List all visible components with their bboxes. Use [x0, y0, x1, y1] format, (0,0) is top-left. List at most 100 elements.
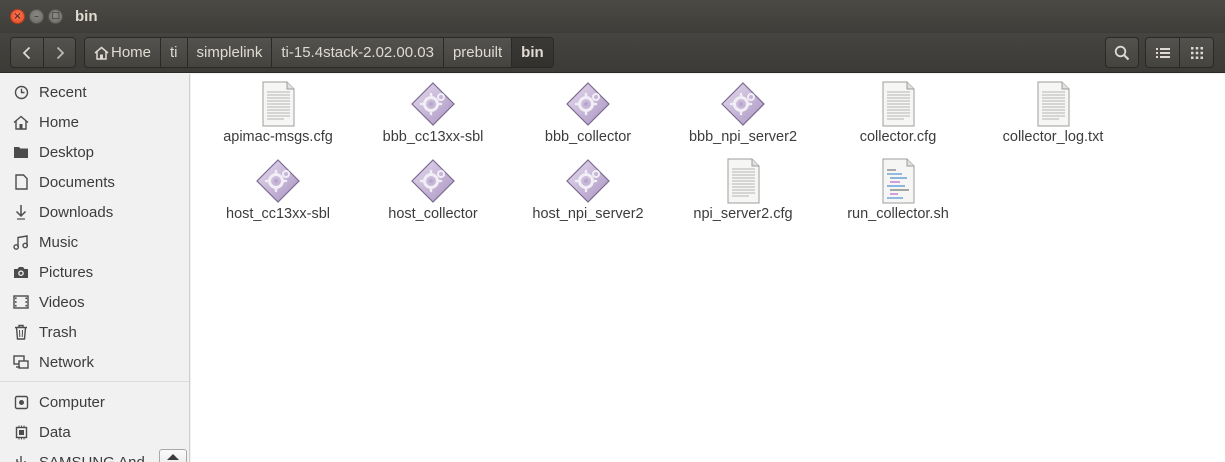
file-item[interactable]: collector.cfg: [823, 80, 973, 145]
search-icon: [1114, 45, 1130, 60]
sidebar-item-downloads[interactable]: Downloads: [0, 197, 189, 227]
home-icon: [12, 115, 30, 130]
maximize-window-button[interactable]: □: [48, 9, 63, 24]
file-item[interactable]: host_npi_server2: [513, 157, 663, 222]
sidebar-item-videos[interactable]: Videos: [0, 287, 189, 317]
minimize-window-button[interactable]: –: [29, 9, 44, 24]
file-name: run_collector.sh: [847, 206, 949, 222]
file-item[interactable]: collector_log.txt: [978, 80, 1128, 145]
file-name: collector_log.txt: [1002, 129, 1104, 145]
sidebar-item-desktop[interactable]: Desktop: [0, 137, 189, 167]
camera-icon: [12, 265, 30, 279]
sidebar-item-data[interactable]: Data: [0, 417, 189, 447]
sidebar-item-label: Documents: [39, 173, 115, 191]
sidebar-item-recent[interactable]: Recent: [0, 77, 189, 107]
maximize-icon: □: [51, 11, 60, 21]
back-button[interactable]: [11, 38, 43, 67]
file-manager-window: × – □ bin Home ti simplelink ti-15.4stac…: [0, 0, 1225, 462]
file-item[interactable]: bbb_cc13xx-sbl: [358, 80, 508, 145]
video-icon: [12, 295, 30, 309]
sidebar-item-pictures[interactable]: Pictures: [0, 257, 189, 287]
sidebar-item-music[interactable]: Music: [0, 227, 189, 257]
clock-icon: [12, 85, 30, 100]
chevron-right-icon: [56, 46, 64, 59]
sidebar-item-label: Trash: [39, 323, 77, 341]
breadcrumb-ti[interactable]: ti: [160, 38, 187, 67]
file-item[interactable]: bbb_npi_server2: [668, 80, 818, 145]
breadcrumb-stack[interactable]: ti-15.4stack-2.02.00.03: [271, 38, 443, 67]
chevron-left-icon: [22, 46, 31, 59]
title-bar: × – □ bin: [0, 0, 1225, 33]
trash-icon: [12, 324, 30, 340]
sidebar-item-computer[interactable]: Computer: [0, 387, 189, 417]
file-name: host_npi_server2: [532, 206, 644, 222]
eject-button[interactable]: [159, 449, 187, 462]
sidebar-item-label: Videos: [39, 293, 85, 311]
file-name: bbb_collector: [544, 129, 632, 145]
executable-icon: [564, 157, 612, 205]
sidebar-item-label: Desktop: [39, 143, 95, 161]
sidebar-item-label: Home: [39, 113, 80, 131]
sidebar-item-label: Data: [39, 423, 71, 441]
sidebar-item-home[interactable]: Home: [0, 107, 189, 137]
sidebar-item-documents[interactable]: Documents: [0, 167, 189, 197]
list-view-button[interactable]: [1145, 37, 1180, 68]
header-bar: Home ti simplelink ti-15.4stack-2.02.00.…: [0, 33, 1225, 73]
file-name: collector.cfg: [859, 129, 937, 145]
breadcrumb-label: ti: [170, 44, 178, 61]
script-file-icon: [874, 157, 922, 205]
sidebar-item-label: Recent: [39, 83, 87, 101]
chip-icon: [12, 425, 30, 440]
file-name: host_collector: [388, 206, 478, 222]
grid-view-icon: [1190, 46, 1203, 59]
sidebar-item-network[interactable]: Network: [0, 347, 189, 377]
file-grid: apimac-msgs.cfg bbb_cc13xx-sbl bbb_colle…: [191, 74, 1225, 462]
file-name: apimac-msgs.cfg: [223, 129, 333, 145]
file-name: bbb_cc13xx-sbl: [382, 129, 484, 145]
file-item[interactable]: host_collector: [358, 157, 508, 222]
window-title: bin: [75, 8, 98, 25]
close-window-button[interactable]: ×: [10, 9, 25, 24]
file-name: bbb_npi_server2: [688, 129, 798, 145]
breadcrumb-home[interactable]: Home: [85, 38, 160, 67]
file-item[interactable]: run_collector.sh: [823, 157, 973, 222]
sidebar-item-label: Computer: [39, 393, 105, 411]
text-file-icon: [1029, 80, 1077, 128]
file-name: host_cc13xx-sbl: [226, 206, 330, 222]
breadcrumb: Home ti simplelink ti-15.4stack-2.02.00.…: [84, 37, 554, 68]
search-button[interactable]: [1105, 37, 1139, 68]
text-file-icon: [874, 80, 922, 128]
home-icon: [94, 46, 109, 60]
forward-button[interactable]: [43, 38, 75, 67]
close-icon: ×: [13, 10, 22, 22]
sidebar-item-label: Downloads: [39, 203, 114, 221]
music-icon: [12, 234, 30, 250]
drive-icon: [12, 395, 30, 410]
folder-icon: [12, 145, 30, 159]
file-item[interactable]: host_cc13xx-sbl: [203, 157, 353, 222]
file-item[interactable]: bbb_collector: [513, 80, 663, 145]
file-name: npi_server2.cfg: [693, 206, 793, 222]
executable-icon: [409, 80, 457, 128]
breadcrumb-prebuilt[interactable]: prebuilt: [442, 38, 511, 67]
breadcrumb-label: prebuilt: [452, 44, 503, 61]
file-item[interactable]: npi_server2.cfg: [668, 157, 818, 222]
document-icon: [12, 174, 30, 190]
breadcrumb-bin[interactable]: bin: [511, 38, 553, 67]
executable-icon: [719, 80, 767, 128]
grid-view-button[interactable]: [1179, 37, 1214, 68]
usb-icon: [12, 455, 30, 462]
text-file-icon: [254, 80, 302, 128]
sidebar-item-label: SAMSUNG And: [39, 453, 145, 462]
minimize-icon: –: [34, 10, 39, 22]
sidebar-item-trash[interactable]: Trash: [0, 317, 189, 347]
executable-icon: [409, 157, 457, 205]
file-item[interactable]: apimac-msgs.cfg: [203, 80, 353, 145]
sidebar-item-label: Music: [39, 233, 79, 251]
executable-icon: [564, 80, 612, 128]
network-icon: [12, 354, 30, 370]
sidebar: Recent Home Desktop Documents Downloads …: [0, 74, 190, 462]
text-file-icon: [719, 157, 767, 205]
breadcrumb-simplelink[interactable]: simplelink: [186, 38, 272, 67]
executable-icon: [254, 157, 302, 205]
